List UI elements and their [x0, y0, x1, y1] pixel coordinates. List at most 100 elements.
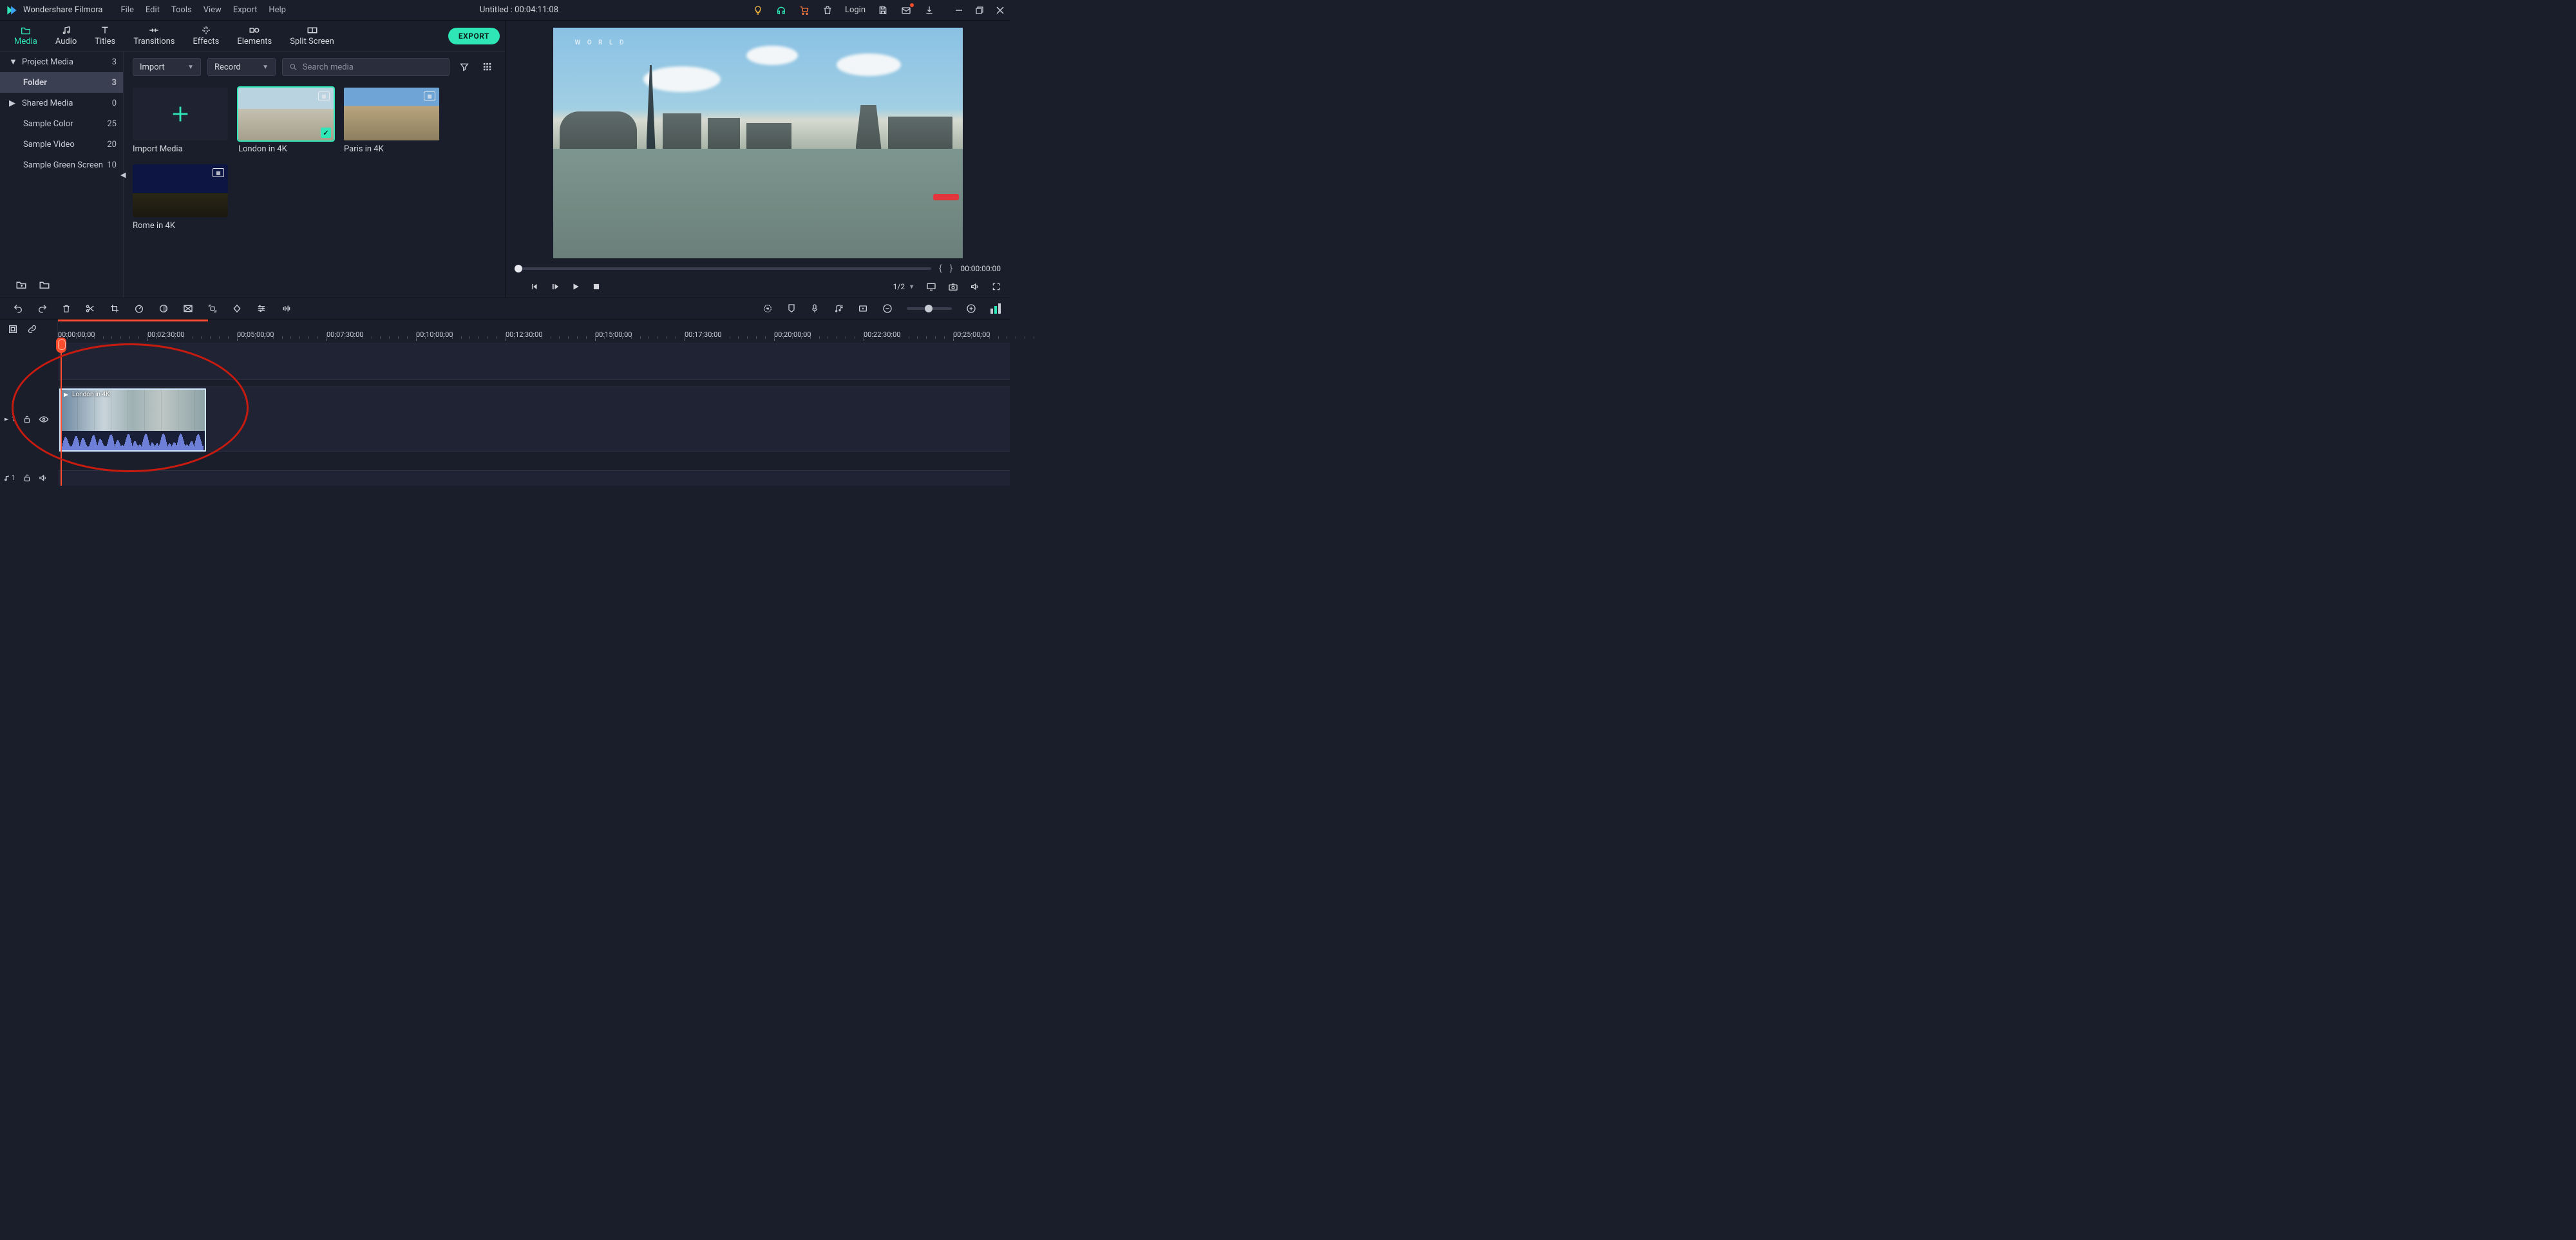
- import-thumb[interactable]: [133, 88, 228, 140]
- display-icon[interactable]: [926, 282, 936, 291]
- media-item-paris[interactable]: ▦ Paris in 4K: [344, 88, 439, 154]
- close-icon[interactable]: [996, 6, 1005, 15]
- adjust-icon[interactable]: [256, 304, 267, 313]
- mail-icon[interactable]: [900, 5, 912, 16]
- overlay-track[interactable]: [58, 343, 1010, 380]
- maximize-icon[interactable]: [975, 6, 984, 15]
- media-item-rome[interactable]: ▦ Rome in 4K: [133, 164, 228, 231]
- scrub-track[interactable]: [515, 267, 931, 270]
- tab-media[interactable]: Media: [5, 24, 46, 48]
- menu-edit[interactable]: Edit: [146, 5, 160, 15]
- tab-effects[interactable]: Effects: [184, 24, 229, 48]
- timeline-clip[interactable]: London in 4K: [59, 388, 206, 452]
- tab-elements[interactable]: Elements: [228, 24, 281, 48]
- collapse-sidebar-icon[interactable]: ◀: [120, 171, 126, 179]
- zoom-in-icon[interactable]: [966, 303, 976, 314]
- zoom-out-icon[interactable]: [882, 303, 893, 314]
- login-link[interactable]: Login: [845, 5, 866, 15]
- render-icon[interactable]: [762, 303, 773, 314]
- headset-icon[interactable]: [775, 5, 787, 16]
- link-icon[interactable]: [27, 324, 37, 334]
- preview-frame[interactable]: W O R L D: [553, 28, 963, 258]
- fullscreen-icon[interactable]: [992, 282, 1001, 291]
- mark-out-icon[interactable]: }: [950, 263, 953, 274]
- chevron-down-icon: ▼: [9, 57, 15, 67]
- sidebar-item-shared-media[interactable]: ▶ Shared Media 0: [0, 93, 123, 113]
- sidebar-item-folder[interactable]: Folder 3: [0, 72, 123, 93]
- keyframe-icon[interactable]: [232, 303, 242, 314]
- preview-scrubber: { } 00:00:00:00: [506, 262, 1010, 276]
- motion-tracking-icon[interactable]: [207, 303, 218, 314]
- lock-icon[interactable]: [23, 473, 31, 482]
- scrub-handle[interactable]: [515, 265, 522, 272]
- filter-icon[interactable]: [456, 59, 473, 75]
- play-pause-icon[interactable]: [551, 282, 560, 291]
- minimize-icon[interactable]: [954, 6, 963, 15]
- menu-file[interactable]: File: [120, 5, 133, 15]
- grid-view-icon[interactable]: [479, 59, 496, 75]
- play-icon[interactable]: [571, 282, 580, 291]
- download-icon[interactable]: [923, 5, 935, 16]
- menu-tools[interactable]: Tools: [171, 5, 192, 15]
- menu-help[interactable]: Help: [269, 5, 286, 15]
- mute-icon[interactable]: [39, 474, 48, 482]
- step-back-icon[interactable]: [530, 282, 539, 291]
- media-thumb[interactable]: ▦: [344, 88, 439, 140]
- visibility-icon[interactable]: [39, 415, 49, 423]
- add-marker-icon[interactable]: [858, 304, 868, 313]
- save-icon[interactable]: [877, 5, 889, 16]
- new-folder-icon[interactable]: [15, 280, 27, 290]
- color-icon[interactable]: [158, 303, 169, 314]
- sidebar-item-sample-video[interactable]: Sample Video 20: [0, 134, 123, 155]
- trash-icon[interactable]: [822, 5, 833, 16]
- audio-mixer-icon[interactable]: [833, 303, 844, 314]
- timeline-ruler[interactable]: 00:00:00:0000:02:30:0000:05:00:0000:07:3…: [58, 320, 1010, 339]
- media-thumb[interactable]: ▦ ✓: [238, 88, 334, 140]
- undo-icon[interactable]: [13, 303, 23, 314]
- folder-icon[interactable]: [39, 280, 50, 290]
- audio-waveform-icon[interactable]: [281, 304, 292, 313]
- crop-icon[interactable]: [109, 303, 120, 314]
- tab-split-screen[interactable]: Split Screen: [281, 24, 343, 48]
- menu-view[interactable]: View: [204, 5, 222, 15]
- menu-export[interactable]: Export: [233, 5, 258, 15]
- stop-icon[interactable]: [592, 282, 601, 291]
- record-dropdown[interactable]: Record▼: [207, 58, 276, 76]
- redo-icon[interactable]: [37, 303, 48, 314]
- zoom-handle[interactable]: [925, 305, 933, 312]
- video-track[interactable]: London in 4K: [58, 386, 1010, 452]
- sidebar-item-sample-color[interactable]: Sample Color 25: [0, 113, 123, 134]
- cart-icon[interactable]: [799, 5, 810, 16]
- quality-select[interactable]: 1/2▼: [893, 282, 914, 291]
- import-dropdown[interactable]: Import▼: [133, 58, 201, 76]
- search-field[interactable]: [303, 62, 442, 72]
- music-icon: [61, 25, 72, 35]
- playhead[interactable]: [56, 338, 66, 353]
- audio-track[interactable]: [58, 470, 1010, 486]
- lightbulb-icon[interactable]: [752, 5, 764, 16]
- track-size-icon[interactable]: [990, 303, 1001, 314]
- snapshot-icon[interactable]: [948, 282, 958, 291]
- zoom-slider[interactable]: [907, 307, 952, 310]
- marker-shield-icon[interactable]: [787, 303, 796, 314]
- media-item-london[interactable]: ▦ ✓ London in 4K: [238, 88, 334, 154]
- search-media-input[interactable]: [282, 58, 450, 76]
- sidebar-item-project-media[interactable]: ▼ Project Media 3: [0, 52, 123, 72]
- volume-icon[interactable]: [970, 281, 980, 292]
- tab-titles[interactable]: Titles: [86, 24, 124, 48]
- search-icon: [289, 62, 298, 72]
- green-screen-icon[interactable]: [183, 304, 193, 313]
- voiceover-icon[interactable]: [810, 303, 819, 314]
- split-icon[interactable]: [85, 303, 95, 314]
- tab-transitions[interactable]: Transitions: [124, 24, 184, 48]
- lock-icon[interactable]: [23, 415, 31, 424]
- media-import-card[interactable]: Import Media: [133, 88, 228, 154]
- media-thumb[interactable]: ▦: [133, 164, 228, 217]
- mark-in-icon[interactable]: {: [939, 263, 942, 274]
- tab-audio[interactable]: Audio: [46, 24, 86, 48]
- sidebar-item-sample-green-screen[interactable]: Sample Green Screen 10: [0, 155, 123, 175]
- timeline-options-icon[interactable]: [8, 324, 18, 334]
- speed-icon[interactable]: [134, 303, 144, 314]
- delete-icon[interactable]: [62, 303, 71, 314]
- export-button[interactable]: EXPORT: [448, 28, 500, 44]
